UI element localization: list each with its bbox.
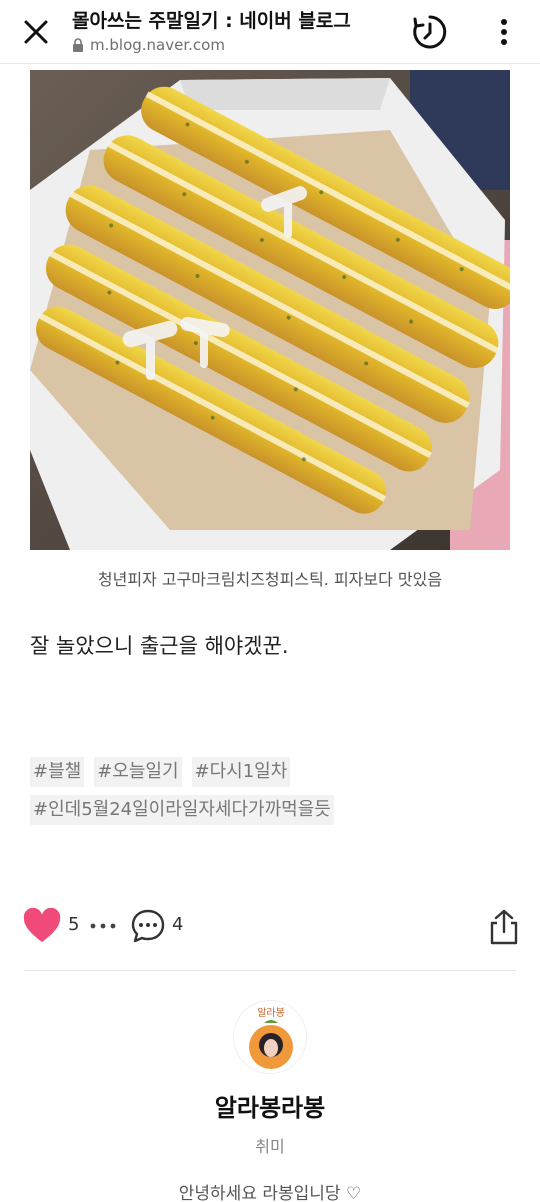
comment-count: 4: [172, 914, 184, 935]
more-horizontal-icon: [90, 923, 116, 929]
pizza-stick-image: [30, 70, 510, 550]
tag-item[interactable]: #블챌: [30, 757, 85, 787]
more-reactions-button[interactable]: [86, 912, 120, 940]
close-icon: [24, 20, 48, 44]
photo-caption: 청년피자 고구마크림치즈청피스틱. 피자보다 맛있음: [97, 570, 443, 589]
blogger-nickname[interactable]: 알라봉라봉: [0, 1088, 540, 1123]
tag-item[interactable]: #오늘일기: [94, 757, 182, 787]
avatar-image: 알라봉: [234, 1001, 306, 1073]
section-divider: [24, 970, 516, 971]
tag-line-1: #블챌 #오늘일기 #다시1일차: [30, 757, 510, 787]
url-row: m.blog.naver.com: [72, 36, 402, 54]
tag-line-2: #인데5월24일이라일자세다가까먹을듯: [30, 795, 510, 825]
close-button[interactable]: [18, 14, 54, 50]
title-area: 몰아쓰는 주말일기 : 네이버 블로그 m.blog.naver.com: [72, 8, 402, 54]
history-button[interactable]: [410, 12, 450, 52]
avatar[interactable]: 알라봉: [233, 1000, 307, 1074]
blog-intro: 안녕하세요 라봉입니당 ♡: [178, 1184, 362, 1202]
post-body-text: 잘 놀았으니 출근을 해야겠꾼.: [30, 634, 289, 658]
tag-item[interactable]: #다시1일차: [191, 757, 291, 787]
more-vertical-icon: [501, 19, 507, 45]
history-icon: [413, 15, 447, 49]
url-text: m.blog.naver.com: [90, 36, 225, 54]
more-menu-button[interactable]: [488, 14, 520, 50]
comment-icon[interactable]: [130, 908, 166, 944]
svg-text:알라봉: 알라봉: [257, 1007, 285, 1019]
browser-top-bar: 몰아쓰는 주말일기 : 네이버 블로그 m.blog.naver.com: [0, 0, 540, 64]
blogger-profile: 알라봉 알라봉라봉 취미 안녕하세요 라봉입니당 ♡: [0, 1000, 540, 1202]
heart-icon[interactable]: [22, 908, 62, 944]
like-count: 5: [68, 914, 80, 935]
tag-item[interactable]: #인데5월24일이라일자세다가까먹을듯: [30, 795, 334, 825]
share-icon[interactable]: [486, 908, 522, 946]
blog-category: 취미: [255, 1137, 285, 1156]
page-title: 몰아쓰는 주말일기 : 네이버 블로그: [72, 10, 351, 32]
post-photo[interactable]: [30, 70, 510, 550]
lock-icon: [73, 38, 83, 52]
post-actions-bar: 5 4: [0, 904, 540, 948]
tag-list: #블챌 #오늘일기 #다시1일차 #인데5월24일이라일자세다가까먹을듯: [30, 757, 510, 833]
